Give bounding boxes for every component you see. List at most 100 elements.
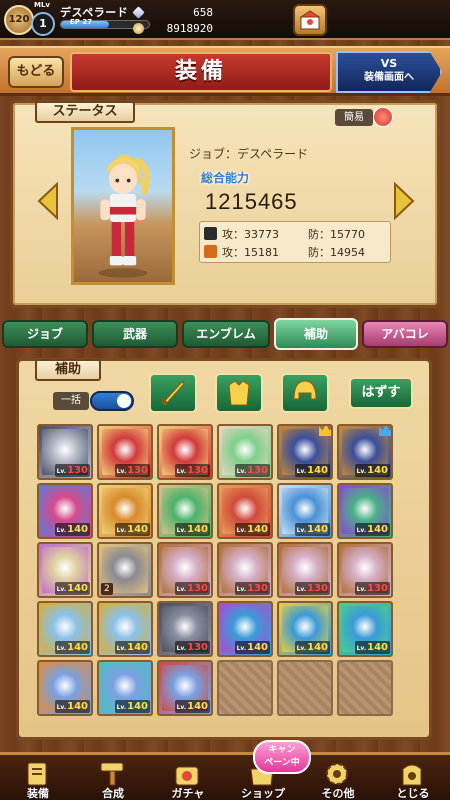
nav-hammer[interactable]: 合成 [75,759,151,800]
gem-counter: 658 [132,6,213,20]
tab-avatar-collection[interactable]: アバコレ [362,320,448,348]
equipment-card[interactable]: Lv.130 [217,542,273,598]
tab-support[interactable]: 補助 [274,318,358,350]
bottom-nav: 装備 合成 ガチャ ショップ その他 とじる [0,752,450,800]
card-level: Lv.130 [234,464,270,477]
total-power-label: 総合能力 [201,171,250,185]
vs-equipment-button[interactable]: VS 装備画面へ [336,51,442,93]
present-box-icon [299,10,321,30]
campaign-badge[interactable]: キャン ペーン中 [253,740,311,774]
nav-label: ショップ [241,787,285,800]
empty-slot[interactable] [217,660,273,716]
equipment-card[interactable]: Lv.130 [157,542,213,598]
equipment-card[interactable]: Lv.140 [337,483,393,539]
card-level: Lv.130 [234,582,270,595]
page-title: 装備 [70,52,332,92]
equipment-tabs: ジョブ 武器 エンブレム 補助 アバコレ [2,318,448,350]
support-equipment-grid: Lv.130 Lv.130 Lv.130 Lv.130 Lv.140 Lv.140 Lv.1… [37,424,413,719]
card-count: 2 [101,583,113,595]
bulk-label: 一括 [53,392,89,410]
equipment-card[interactable]: Lv.140 [157,660,213,716]
card-level: Lv.130 [114,464,150,477]
equipment-card[interactable]: Lv.140 [277,601,333,657]
campaign-line1: キャン [268,745,296,755]
equipment-card[interactable]: Lv.140 [277,424,333,480]
equipment-card[interactable]: Lv.140 [337,424,393,480]
equipment-card[interactable]: Lv.130 [217,424,273,480]
empty-slot[interactable] [277,660,333,716]
sword-icon [204,227,217,240]
nav-gear[interactable]: その他 [300,759,376,800]
nav-equip[interactable]: 装備 [0,759,76,800]
nav-close-bag[interactable]: とじる [375,759,450,800]
next-character-arrow[interactable] [391,181,417,221]
equipment-card[interactable]: 2 [97,542,153,598]
equipment-card[interactable]: Lv.140 [37,601,93,657]
crown-icon [319,426,331,436]
job-name: ジョブ：デスペラード [189,147,309,161]
card-level: Lv.130 [174,641,210,654]
crown-icon [379,426,391,436]
app-root: { "player": {"level": "120", "mlv_label"… [0,0,450,800]
character-portrait[interactable] [71,127,175,285]
tab-emblem[interactable]: エンブレム [182,320,270,348]
total-power-value: 1215465 [205,189,298,214]
nav-label: ガチャ [171,787,205,800]
stat-row-physical: 攻：33773 防：15770 [204,225,390,243]
prev-character-arrow[interactable] [35,181,61,221]
simple-view-toggle[interactable]: 簡易 [335,107,395,127]
equip-icon [20,759,54,787]
gem-value: 658 [193,6,213,19]
nav-gacha[interactable]: ガチャ [150,759,226,800]
helmet-slot-button[interactable] [281,373,329,413]
weapon-slot-button[interactable] [149,373,197,413]
card-level: Lv.130 [174,464,210,477]
nav-label: 合成 [102,787,124,800]
rotate-icon [373,107,393,127]
present-box-button[interactable] [293,4,327,36]
tab-job[interactable]: ジョブ [2,320,88,348]
equipment-card[interactable]: Lv.130 [337,542,393,598]
player-level: 120 [4,5,34,35]
equipment-card[interactable]: Lv.140 [217,483,273,539]
campaign-line2: ペーン中 [264,758,300,768]
equipment-card[interactable]: Lv.130 [37,424,93,480]
empty-slot[interactable] [337,660,393,716]
equipment-card[interactable]: Lv.140 [217,601,273,657]
equipment-card[interactable]: Lv.130 [157,424,213,480]
card-level: Lv.140 [114,641,150,654]
armor-slot-button[interactable] [215,373,263,413]
stat-box: 攻：33773 防：15770 攻：15181 防：14954 [199,221,391,263]
equipment-card[interactable]: Lv.130 [157,601,213,657]
tab-weapon[interactable]: 武器 [92,320,178,348]
equipment-card[interactable]: Lv.140 [97,601,153,657]
top-status-bar: 120 1 MLv デスペラード EP 27 658 8918920 [0,0,450,40]
equipment-card[interactable]: Lv.140 [157,483,213,539]
support-ribbon: 補助 [35,359,101,381]
card-level: Lv.130 [354,582,390,595]
equipment-card[interactable]: Lv.140 [37,483,93,539]
equipment-card[interactable]: Lv.140 [337,601,393,657]
armor-slot-icon [228,380,250,406]
card-level: Lv.130 [54,464,90,477]
equipment-card[interactable]: Lv.140 [277,483,333,539]
card-level: Lv.140 [54,523,90,536]
back-button[interactable]: もどる [8,56,64,88]
card-level: Lv.140 [294,464,330,477]
magic-defense-value: 防：14954 [308,246,365,259]
sword-slot-icon [160,381,185,406]
equipment-card[interactable]: Lv.130 [97,424,153,480]
card-level: Lv.140 [234,641,270,654]
equipment-card[interactable]: Lv.140 [97,483,153,539]
equipment-card[interactable]: Lv.140 [37,542,93,598]
equipment-card[interactable]: Lv.140 [37,660,93,716]
remove-all-button[interactable]: はずす [349,377,413,409]
exp-label: EP 27 [70,18,93,26]
equipment-card[interactable]: Lv.130 [277,542,333,598]
gear-icon [320,759,354,787]
stat-row-magic: 攻：15181 防：14954 [204,243,390,261]
status-panel: ステータス 簡易 ジョブ：デスペラード 総合能力 1215465 攻：33773… [10,100,440,308]
equipment-card[interactable]: Lv.140 [97,660,153,716]
card-level: Lv.130 [294,582,330,595]
bulk-toggle-switch[interactable] [90,391,134,411]
